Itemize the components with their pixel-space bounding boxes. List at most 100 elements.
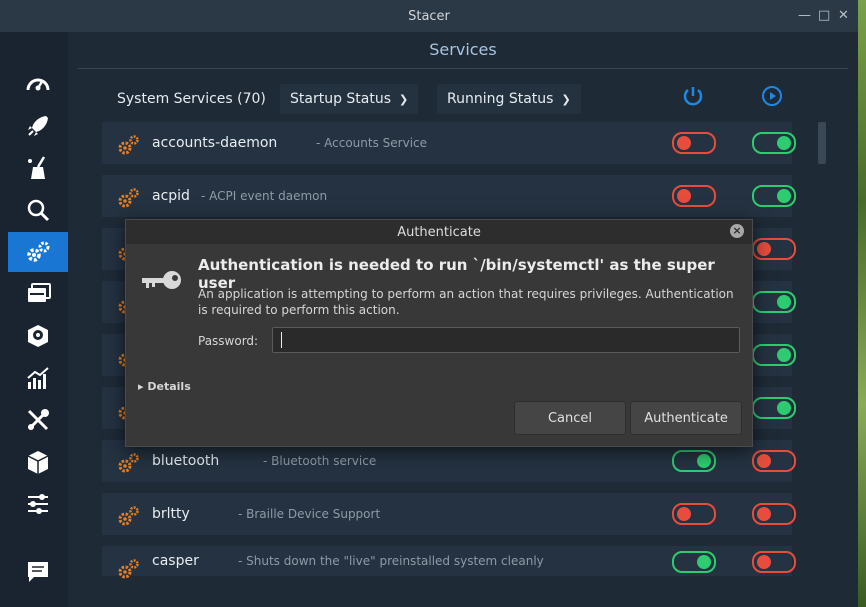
sidebar-item-dashboard[interactable] [8, 64, 68, 104]
text-caret [281, 332, 282, 348]
play-icon[interactable] [760, 84, 784, 108]
running-status-label: Running Status [447, 91, 554, 107]
chevron-down-icon: ❯ [399, 92, 409, 106]
sidebar-item-startup-apps[interactable] [8, 106, 68, 146]
gear-icon [118, 188, 139, 208]
search-icon [27, 199, 50, 222]
service-name: acpid [152, 188, 190, 204]
startup-toggle[interactable] [672, 551, 716, 573]
sidebar-item-services[interactable] [8, 232, 68, 272]
sidebar-item-apt-repository[interactable] [8, 442, 68, 482]
service-description: - Braille Device Support [238, 507, 381, 521]
details-expander[interactable]: ▸ Details [138, 380, 191, 393]
toggle-knob [777, 348, 791, 362]
sliders-icon [28, 494, 48, 514]
gear-icon [118, 506, 139, 526]
sidebar-item-processes[interactable] [8, 274, 68, 314]
service-row[interactable]: accounts-daemon - Accounts Service [102, 122, 796, 164]
gears-icon [27, 241, 50, 262]
chart-icon [27, 367, 49, 389]
box-icon [27, 451, 49, 474]
startup-status-dropdown[interactable]: Startup Status ❯ [280, 84, 419, 114]
feedback-icon [28, 562, 48, 582]
tools-icon [27, 409, 49, 431]
window-title: Stacer [408, 8, 450, 24]
service-name: accounts-daemon [152, 135, 278, 151]
service-row[interactable]: casper - Shuts down the "live" preinstall… [102, 546, 796, 579]
gear-icon [118, 559, 139, 579]
running-toggle[interactable] [752, 397, 796, 419]
minimize-icon[interactable]: — [798, 8, 811, 24]
service-description: - Shuts down the "live" preinstalled sys… [238, 554, 544, 568]
dashboard-icon [26, 78, 50, 91]
sidebar-item-uninstaller[interactable] [8, 316, 68, 356]
system-services-count: System Services (70) [117, 91, 266, 107]
running-toggle[interactable] [752, 551, 796, 573]
dialog-close-icon[interactable]: × [730, 224, 744, 238]
startup-toggle[interactable] [672, 132, 716, 154]
running-toggle[interactable] [752, 450, 796, 472]
toggle-knob [777, 401, 791, 415]
password-label: Password: [198, 334, 259, 348]
service-name: bluetooth [152, 453, 220, 469]
toggle-knob [777, 136, 791, 150]
power-icon[interactable] [681, 84, 705, 108]
gear-icon [118, 135, 139, 155]
sidebar-item-system-cleaner[interactable] [8, 148, 68, 188]
toggle-knob [757, 242, 771, 256]
sidebar-item-settings[interactable] [8, 484, 68, 524]
service-description: - ACPI event daemon [201, 189, 328, 203]
sidebar-item-resources[interactable] [8, 358, 68, 398]
toggle-knob [697, 555, 711, 569]
details-label: Details [147, 380, 191, 393]
toggle-knob [777, 295, 791, 309]
service-description: - Accounts Service [316, 136, 428, 150]
service-name: brltty [152, 506, 190, 522]
toggle-knob [677, 189, 691, 203]
toggle-knob [777, 189, 791, 203]
chevron-down-icon: ❯ [561, 92, 571, 106]
dialog-title: Authenticate [126, 220, 752, 244]
startup-toggle[interactable] [672, 450, 716, 472]
running-toggle[interactable] [752, 503, 796, 525]
processes-icon [28, 283, 51, 302]
running-toggle[interactable] [752, 238, 796, 260]
running-toggle[interactable] [752, 344, 796, 366]
triangle-right-icon: ▸ [138, 380, 144, 393]
scrollbar[interactable] [818, 122, 826, 164]
service-row[interactable]: acpid - ACPI event daemon [102, 175, 796, 217]
running-status-dropdown[interactable]: Running Status ❯ [437, 84, 581, 114]
broom-icon [28, 156, 46, 179]
toggle-knob [677, 507, 691, 521]
rocket-icon [28, 116, 48, 136]
maximize-icon[interactable]: □ [818, 8, 830, 24]
dialog-message: An application is attempting to perform … [198, 287, 734, 317]
startup-status-label: Startup Status [290, 91, 392, 107]
toggle-knob [757, 507, 771, 521]
service-name: casper [152, 553, 199, 569]
sidebar-item-search[interactable] [8, 190, 68, 230]
startup-toggle[interactable] [672, 503, 716, 525]
service-row[interactable]: brltty - Braille Device Support [102, 493, 796, 535]
sidebar-item-feedback[interactable] [8, 552, 68, 592]
window-titlebar: Stacer — □ ✕ [0, 0, 858, 32]
desktop-wallpaper [858, 0, 866, 607]
gear-icon [118, 453, 139, 473]
toggle-knob [757, 555, 771, 569]
sidebar [0, 32, 68, 607]
password-field[interactable] [272, 327, 740, 353]
toggle-knob [677, 136, 691, 150]
authenticate-dialog: Authenticate × Authentication is needed … [125, 219, 753, 447]
page-title: Services [429, 40, 497, 59]
startup-toggle[interactable] [672, 185, 716, 207]
running-toggle[interactable] [752, 185, 796, 207]
package-remove-icon [28, 325, 48, 347]
cancel-button[interactable]: Cancel [514, 401, 626, 435]
authenticate-button[interactable]: Authenticate [630, 401, 742, 435]
running-toggle[interactable] [752, 291, 796, 313]
running-toggle[interactable] [752, 132, 796, 154]
close-icon[interactable]: ✕ [838, 8, 849, 24]
sidebar-item-helpers[interactable] [8, 400, 68, 440]
toggle-knob [757, 454, 771, 468]
toggle-knob [697, 454, 711, 468]
